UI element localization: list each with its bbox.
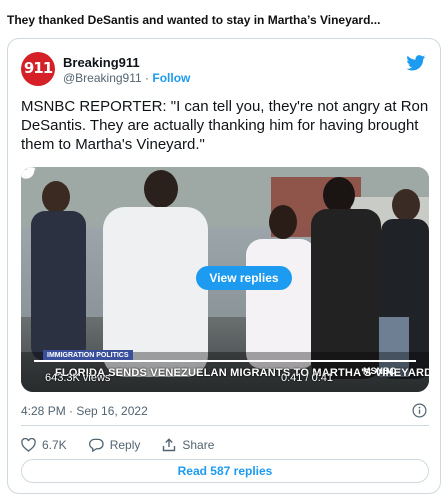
- read-replies-button[interactable]: Read 587 replies: [21, 459, 429, 483]
- view-replies-button[interactable]: View replies: [196, 266, 292, 290]
- author-name[interactable]: Breaking911: [63, 55, 140, 70]
- tweet-actions: 6.7K Reply Share: [21, 437, 236, 453]
- share-icon: [163, 438, 176, 452]
- reply-button[interactable]: Reply: [88, 438, 141, 452]
- page-headline: They thanked DeSantis and wanted to stay…: [7, 13, 381, 27]
- divider: [21, 425, 429, 426]
- network-logo: MSNBC: [363, 366, 396, 376]
- avatar[interactable]: 911: [21, 52, 55, 86]
- video-progress-fill: [34, 360, 416, 362]
- info-icon[interactable]: [412, 403, 427, 418]
- tweet-timestamp[interactable]: 4:28 PM · Sep 16, 2022: [21, 404, 148, 418]
- like-button[interactable]: 6.7K: [21, 438, 67, 452]
- reply-icon: [88, 438, 104, 452]
- video-progress-bar[interactable]: [34, 360, 416, 362]
- author-handle-row: @Breaking911 · Follow: [63, 71, 190, 85]
- separator: ·: [145, 71, 150, 85]
- reply-label: Reply: [109, 438, 141, 452]
- heart-icon: [21, 438, 36, 452]
- twitter-bird-icon[interactable]: [406, 55, 426, 71]
- tweet-text: MSNBC REPORTER: "I can tell you, they're…: [21, 98, 429, 153]
- share-label: Share: [182, 438, 215, 452]
- embedded-tweet-card: 911 Breaking911 @Breaking911 · Follow MS…: [7, 38, 441, 494]
- view-count: 643.3K views: [45, 372, 111, 384]
- expand-icon[interactable]: [21, 167, 32, 178]
- author-handle[interactable]: @Breaking911: [63, 71, 142, 85]
- video-player[interactable]: View replies IMMIGRATION POLITICS FLORID…: [21, 167, 429, 392]
- avatar-text: 911: [23, 59, 53, 77]
- like-count: 6.7K: [42, 438, 67, 452]
- share-button[interactable]: Share: [162, 438, 214, 452]
- video-time: 0:41 / 0:41: [281, 372, 333, 384]
- follow-button[interactable]: Follow: [152, 71, 190, 85]
